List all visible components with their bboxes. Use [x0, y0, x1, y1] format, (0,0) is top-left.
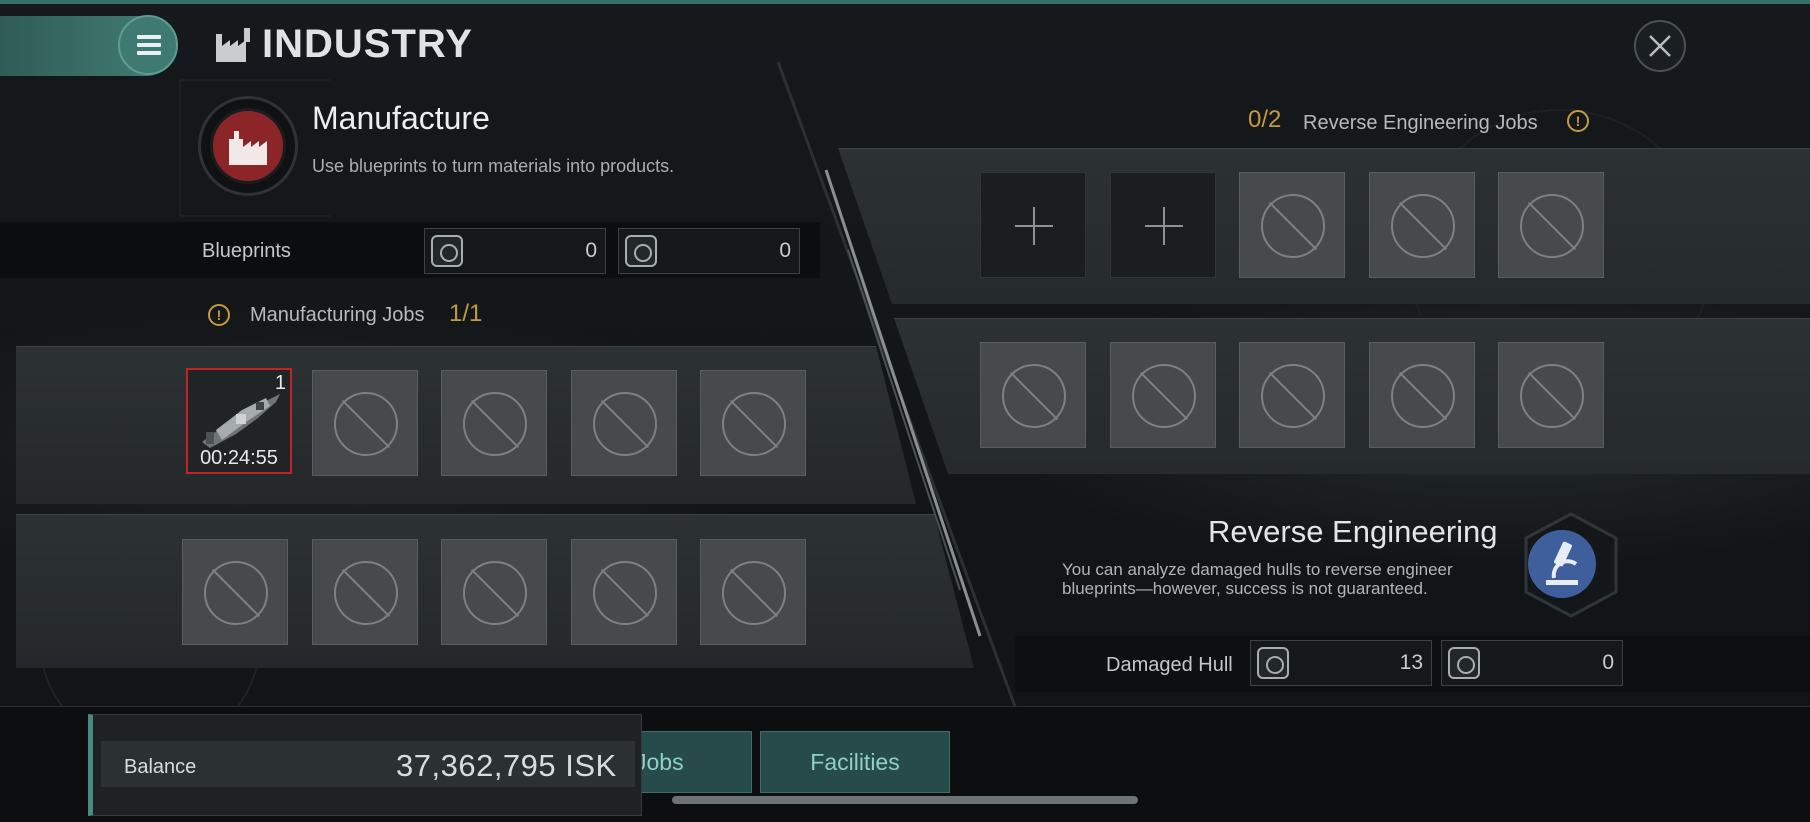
manufacture-icon — [210, 108, 286, 184]
manufacture-slot-locked — [700, 370, 806, 476]
manufacture-slot-locked — [312, 539, 418, 645]
menu-button[interactable] — [118, 15, 178, 75]
manufacture-title: Manufacture — [312, 100, 490, 136]
tab-jobs-label: Jobs — [635, 749, 684, 775]
reverse-engineering-slot-locked — [980, 342, 1086, 448]
blueprint-copy-icon — [625, 235, 657, 267]
blueprint-copy-count: 0 — [779, 239, 791, 262]
manufacture-slot-locked — [571, 370, 677, 476]
factory-icon — [216, 28, 250, 62]
manufacture-slot-locked — [182, 539, 288, 645]
manufacture-description: Use blueprints to turn materials into pr… — [312, 156, 675, 176]
blueprint-original-counter[interactable]: 0 — [424, 228, 606, 274]
balance-value: 37,362,795 ISK — [396, 748, 617, 783]
reverse-engineering-description: You can analyze damaged hulls to reverse… — [1062, 560, 1453, 598]
damaged-hull-icon — [1448, 647, 1480, 679]
warning-icon[interactable]: ! — [1567, 110, 1589, 132]
hamburger-icon — [137, 35, 161, 39]
tab-facilities-label: Facilities — [810, 749, 900, 775]
reverse-engineering-slot-locked — [1369, 172, 1475, 278]
microscope-icon — [1528, 530, 1596, 598]
manufacture-slot-active[interactable]: 1 00:24:55 — [186, 368, 292, 474]
job-quantity: 1 — [274, 372, 286, 394]
reverse-engineering-slot-locked — [1239, 172, 1345, 278]
warning-icon[interactable]: ! — [208, 304, 230, 326]
reverse-engineering-jobs-count: 0/2 — [1248, 106, 1282, 133]
manufacture-slot-locked — [441, 370, 547, 476]
blueprint-original-icon — [431, 235, 463, 267]
damaged-hull-count-1: 13 — [1399, 651, 1423, 674]
damaged-hull-counter-2[interactable]: 0 — [1441, 640, 1623, 686]
manufacturing-jobs-label: Manufacturing Jobs — [250, 304, 425, 326]
ship-image — [202, 394, 280, 448]
blueprint-copy-counter[interactable]: 0 — [618, 228, 800, 274]
reverse-engineering-slot-locked — [1239, 342, 1345, 448]
close-button[interactable] — [1634, 20, 1686, 72]
job-timer: 00:24:55 — [200, 447, 278, 469]
tab-facilities[interactable]: Facilities — [760, 731, 950, 793]
reverse-engineering-slot-locked — [1110, 342, 1216, 448]
reverse-engineering-jobs-label: Reverse Engineering Jobs — [1303, 112, 1538, 134]
damaged-hull-label: Damaged Hull — [1106, 654, 1233, 676]
manufacture-slot-locked — [312, 370, 418, 476]
reverse-engineering-slot-empty[interactable] — [1110, 172, 1216, 278]
manufacturing-jobs-count: 1/1 — [449, 300, 483, 327]
damaged-hull-counter-1[interactable]: 13 — [1250, 640, 1432, 686]
reverse-engineering-slot-empty[interactable] — [980, 172, 1086, 278]
reverse-engineering-slot-locked — [1498, 172, 1604, 278]
manufacture-slot-locked — [571, 539, 677, 645]
damaged-hull-count-2: 0 — [1602, 651, 1614, 674]
close-icon — [1649, 35, 1671, 57]
balance-label: Balance — [124, 756, 197, 778]
hamburger-icon-line — [137, 51, 161, 55]
damaged-hull-icon — [1257, 647, 1289, 679]
microscope-icon-glyph — [1546, 541, 1578, 585]
page-title: INDUSTRY — [262, 22, 473, 66]
blueprint-original-count: 0 — [585, 239, 597, 262]
manufacture-slot-locked — [700, 539, 806, 645]
reverse-engineering-title: Reverse Engineering — [1208, 514, 1498, 549]
hamburger-icon-line — [137, 43, 161, 47]
blueprints-label: Blueprints — [202, 240, 291, 262]
manufacture-slot-locked — [441, 539, 547, 645]
reverse-engineering-slot-locked — [1498, 342, 1604, 448]
factory-icon — [229, 131, 267, 165]
reverse-engineering-slot-locked — [1369, 342, 1475, 448]
home-indicator[interactable] — [672, 796, 1138, 804]
